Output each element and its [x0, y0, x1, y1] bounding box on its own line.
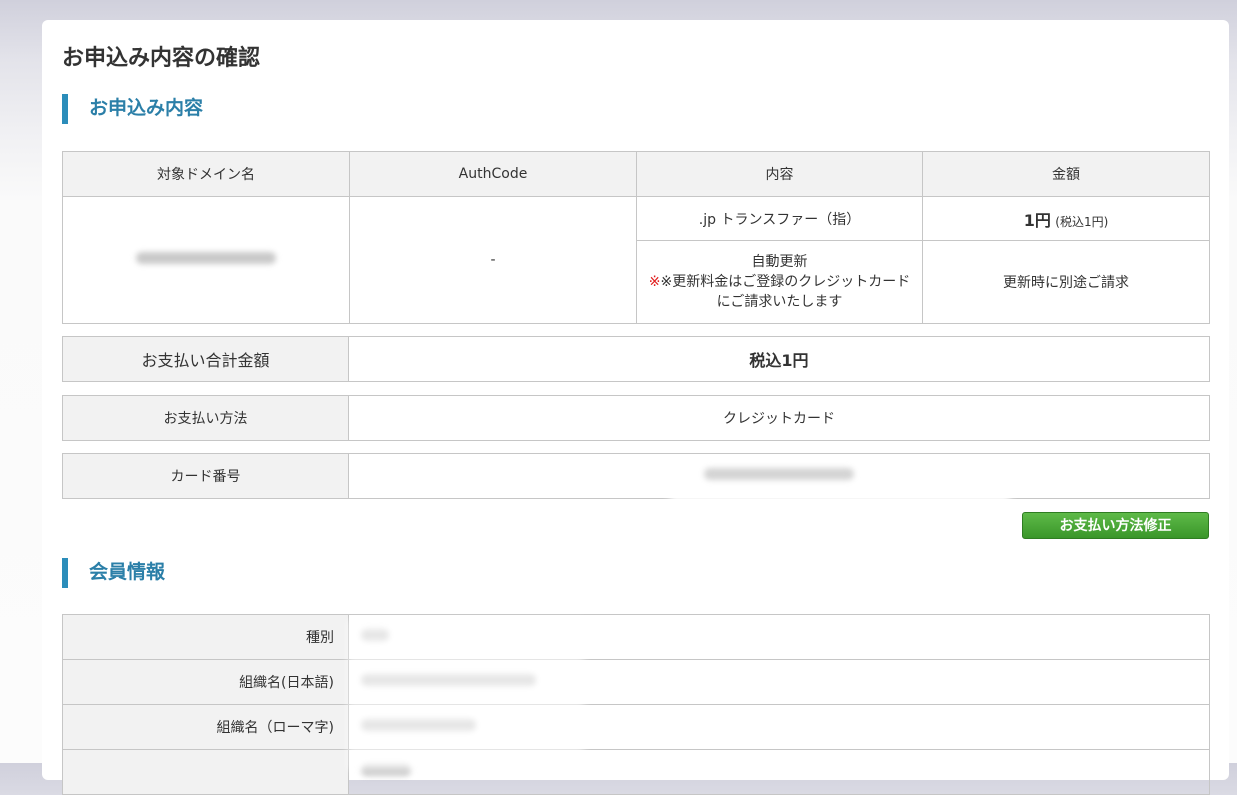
org-name-roman-label: 組織名（ローマ字)	[62, 704, 349, 750]
card-number-table: カード番号	[62, 453, 1210, 499]
payment-method-value: クレジットカード	[348, 395, 1210, 441]
redacted-card-number	[704, 468, 854, 480]
amount-value: 1円	[1023, 210, 1051, 230]
amount-cell: 1円 (税込1円)	[922, 196, 1210, 241]
page-title: お申込み内容の確認	[62, 46, 261, 71]
edit-payment-button[interactable]: お支払い方法修正	[1022, 512, 1209, 539]
member-section-title: 会員情報	[89, 561, 166, 583]
total-label: お支払い合計金額	[62, 336, 349, 382]
redaction-overlay	[348, 620, 584, 770]
header-amount: 金額	[922, 151, 1210, 197]
section-bar	[62, 558, 68, 588]
header-content: 内容	[636, 151, 923, 197]
authcode-cell: -	[349, 196, 637, 324]
amount-tax-note: (税込1円)	[1055, 214, 1109, 229]
member-section-heading: 会員情報	[62, 558, 462, 588]
section-bar	[62, 94, 68, 124]
order-section-title: お申込み内容	[89, 97, 204, 119]
domain-name-cell	[62, 196, 350, 324]
payment-method-table: お支払い方法 クレジットカード	[62, 395, 1210, 441]
table-row: - .jp トランスファー（指） 1円 (税込1円)	[62, 196, 1210, 324]
renewal-title: 自動更新	[751, 254, 808, 270]
table-row	[62, 749, 1210, 795]
org-name-jp-label: 組織名(日本語)	[62, 659, 349, 705]
header-authcode: AuthCode	[349, 151, 637, 197]
header-domain: 対象ドメイン名	[62, 151, 350, 197]
renewal-note-line: ※※更新料金はご登録のクレジットカード	[637, 272, 922, 292]
member-extra-label	[62, 749, 349, 795]
member-info-table: 種別 組織名(日本語) 組織名（ローマ字)	[62, 614, 1210, 795]
renewal-note: ※更新料金はご登録のクレジットカード	[660, 274, 911, 290]
renewal-amount-cell: 更新時に別途ご請求	[922, 240, 1210, 324]
redacted-domain	[136, 252, 276, 264]
payment-method-label: お支払い方法	[62, 395, 349, 441]
renewal-note-mark: ※	[648, 274, 661, 290]
renewal-note-cont: にご請求いたします	[716, 294, 843, 310]
card-number-label: カード番号	[62, 453, 349, 499]
renewal-content-cell: 自動更新 ※※更新料金はご登録のクレジットカード にご請求いたします	[636, 240, 923, 324]
total-table: お支払い合計金額 税込1円	[62, 336, 1210, 382]
table-row: 組織名（ローマ字)	[62, 704, 1210, 750]
confirmation-panel: お申込み内容の確認 お申込み内容 対象ドメイン名 AuthCode 内容 金額 …	[42, 20, 1229, 795]
redaction-overlay	[670, 488, 1010, 504]
content-cell: .jp トランスファー（指）	[636, 196, 923, 241]
order-table-header: 対象ドメイン名 AuthCode 内容 金額	[62, 151, 1210, 197]
order-section-heading: お申込み内容	[62, 94, 462, 124]
table-row: 組織名(日本語)	[62, 659, 1210, 705]
total-value: 税込1円	[348, 336, 1210, 382]
order-table: 対象ドメイン名 AuthCode 内容 金額 - .jp トランスファー（指） …	[62, 151, 1210, 324]
member-type-label: 種別	[62, 614, 349, 660]
table-row: 種別	[62, 614, 1210, 660]
